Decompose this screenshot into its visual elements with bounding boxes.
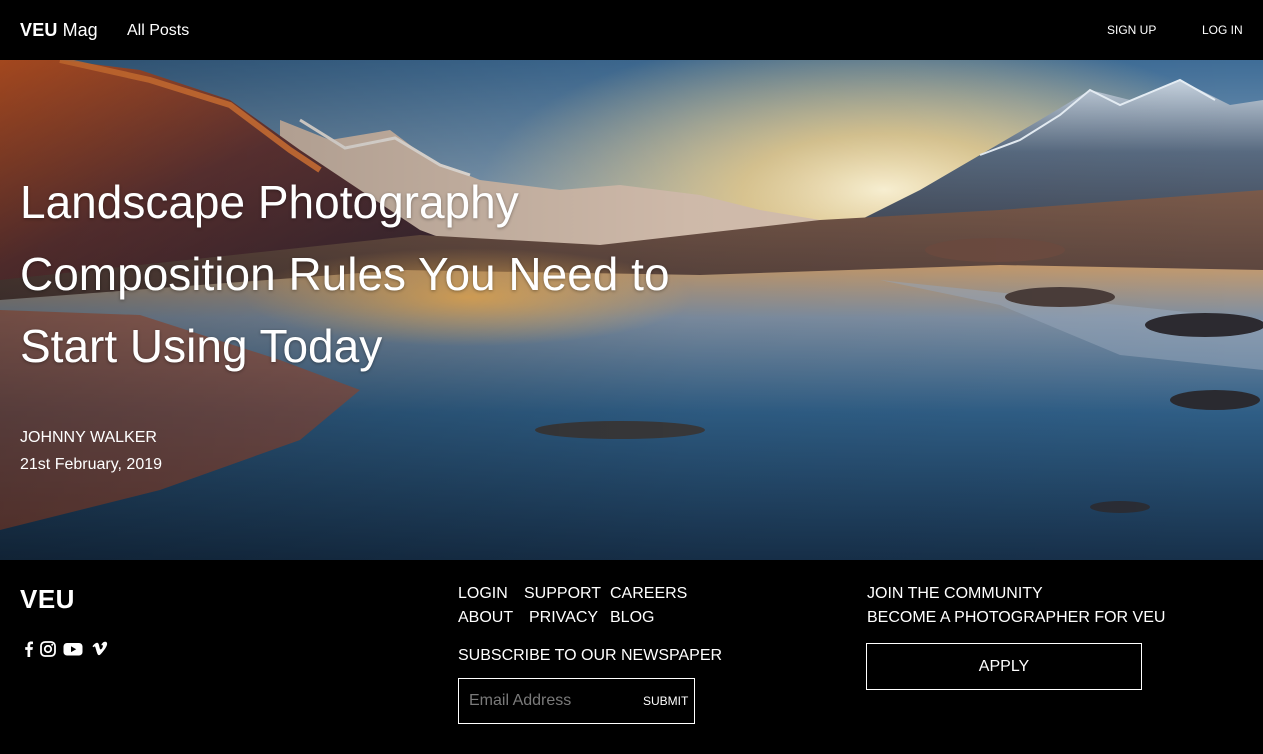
top-navigation: VEU Mag All Posts SIGN UP LOG IN — [0, 0, 1263, 60]
instagram-icon[interactable] — [39, 640, 57, 658]
vimeo-icon[interactable] — [91, 640, 109, 658]
footer-link-login[interactable]: LOGIN — [458, 584, 508, 604]
log-in-link[interactable]: LOG IN — [1202, 22, 1243, 38]
article-date: 21st February, 2019 — [20, 456, 163, 473]
article-author: JOHNNY WALKER — [20, 429, 157, 446]
brand-suffix: Mag — [62, 20, 98, 40]
footer-link-careers[interactable]: CAREERS — [610, 584, 687, 604]
footer-link-support[interactable]: SUPPORT — [524, 584, 601, 604]
article-title: Landscape Photography Composition Rules … — [20, 176, 670, 372]
newsletter-form: SUBMIT — [458, 678, 695, 724]
newsletter-heading: SUBSCRIBE TO OUR NEWSPAPER — [458, 647, 723, 664]
sign-up-link[interactable]: SIGN UP — [1107, 22, 1156, 38]
brand-logo-link[interactable]: VEU Mag — [20, 18, 98, 42]
all-posts-link[interactable]: All Posts — [127, 20, 189, 42]
hero-section: Landscape Photography Composition Rules … — [0, 60, 1263, 560]
footer-logo: VEU — [20, 584, 75, 614]
youtube-icon[interactable] — [63, 640, 83, 658]
footer-link-privacy[interactable]: PRIVACY — [529, 608, 598, 628]
brand-name: VEU — [20, 20, 58, 40]
become-photographer-text: BECOME A PHOTOGRAPHER FOR VEU — [867, 609, 1166, 626]
join-community-heading: JOIN THE COMMUNITY — [867, 585, 1043, 602]
footer: VEU LOGIN SUPPORT CAREERS ABOUT PRIVACY … — [0, 560, 1263, 754]
apply-button[interactable]: APPLY — [866, 643, 1142, 690]
footer-link-blog[interactable]: BLOG — [610, 608, 654, 628]
submit-button[interactable]: SUBMIT — [643, 694, 688, 708]
facebook-icon[interactable] — [20, 640, 38, 658]
email-input[interactable] — [469, 689, 629, 713]
footer-link-about[interactable]: ABOUT — [458, 608, 513, 628]
